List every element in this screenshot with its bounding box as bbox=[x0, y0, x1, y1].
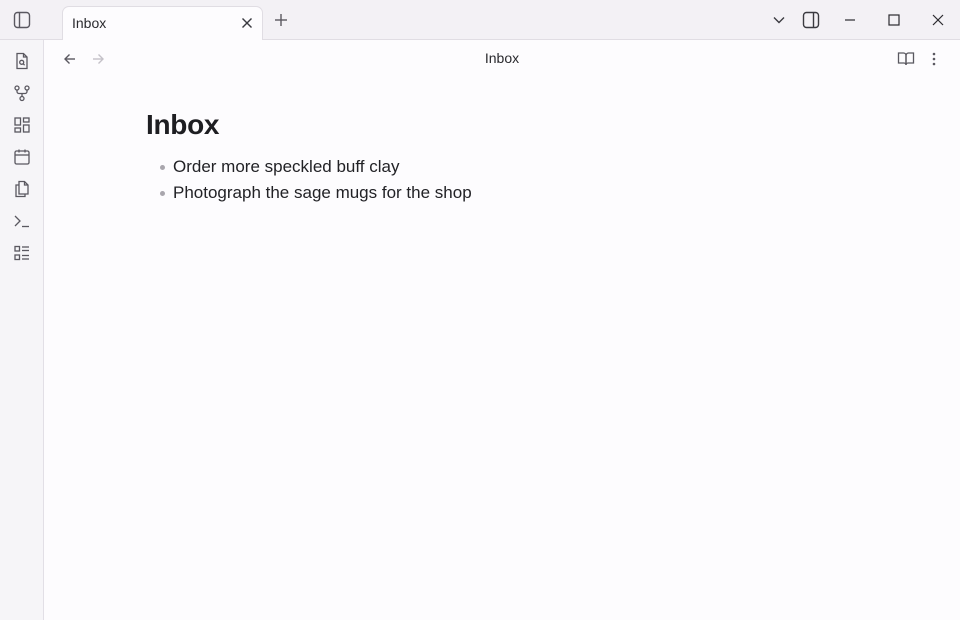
list-item-text: Photograph the sage mugs for the shop bbox=[173, 183, 472, 202]
view-title: Inbox bbox=[484, 50, 520, 66]
terminal-icon[interactable] bbox=[11, 210, 33, 232]
calendar-icon[interactable] bbox=[11, 146, 33, 168]
file-search-icon[interactable] bbox=[11, 50, 33, 72]
git-fork-icon[interactable] bbox=[11, 82, 33, 104]
book-open-icon[interactable] bbox=[896, 49, 916, 69]
chevron-down-icon[interactable] bbox=[770, 11, 788, 29]
list-checks-icon[interactable] bbox=[11, 242, 33, 264]
sidebar-left-toggle-icon[interactable] bbox=[12, 10, 32, 30]
window-close-icon[interactable] bbox=[929, 11, 947, 29]
more-vertical-icon[interactable] bbox=[924, 49, 944, 69]
list-item[interactable]: Order more speckled buff clay bbox=[146, 154, 846, 180]
bullet-dot bbox=[160, 191, 165, 196]
layout-grid-icon[interactable] bbox=[11, 114, 33, 136]
left-ribbon bbox=[0, 40, 44, 620]
bullet-list: Order more speckled buff clay Photograph… bbox=[146, 154, 846, 206]
close-icon[interactable] bbox=[239, 15, 255, 31]
list-item-text: Order more speckled buff clay bbox=[173, 157, 400, 176]
tab-inbox[interactable]: Inbox bbox=[62, 6, 263, 40]
maximize-icon[interactable] bbox=[885, 11, 903, 29]
note-editor[interactable]: Inbox Order more speckled buff clay Phot… bbox=[146, 108, 846, 206]
minimize-icon[interactable] bbox=[841, 11, 859, 29]
tab-label: Inbox bbox=[72, 15, 107, 31]
note-heading: Inbox bbox=[146, 109, 220, 140]
bullet-dot bbox=[160, 165, 165, 170]
view-header: Inbox bbox=[44, 40, 960, 76]
title-bar: Inbox bbox=[0, 0, 960, 40]
list-item[interactable]: Photograph the sage mugs for the shop bbox=[146, 180, 846, 206]
files-icon[interactable] bbox=[11, 178, 33, 200]
plus-icon[interactable] bbox=[272, 11, 290, 29]
sidebar-right-toggle-icon[interactable] bbox=[801, 10, 821, 30]
